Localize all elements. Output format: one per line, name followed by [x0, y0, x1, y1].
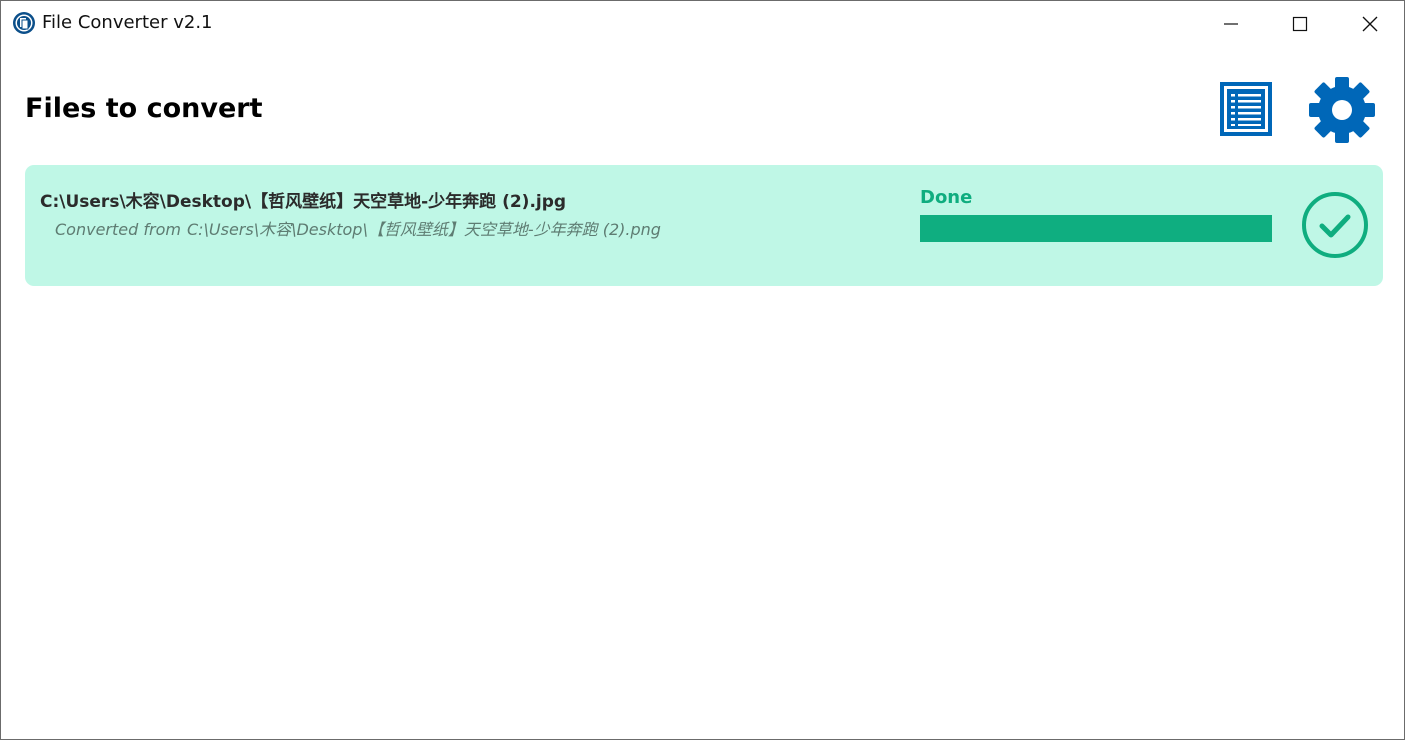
close-button[interactable] — [1335, 1, 1405, 46]
page-title: Files to convert — [25, 93, 263, 124]
source-file-line: Converted from C:\Users\木容\Desktop\【哲风壁纸】… — [55, 216, 661, 240]
app-window: File Converter v2.1 Files to convert C:\… — [0, 0, 1405, 740]
check-circle-icon — [1302, 192, 1368, 258]
conversion-progress-bar — [920, 215, 1272, 242]
list-document-icon[interactable] — [1220, 82, 1272, 136]
file-list-item[interactable]: C:\Users\木容\Desktop\【哲风壁纸】天空草地-少年奔跑 (2).… — [25, 165, 1383, 286]
progress-fill — [920, 215, 1272, 242]
source-file-path: C:\Users\木容\Desktop\【哲风壁纸】天空草地-少年奔跑 (2).… — [186, 220, 661, 239]
minimize-button[interactable] — [1196, 1, 1266, 46]
file-converter-logo-icon — [13, 12, 35, 34]
minimize-icon — [1224, 22, 1238, 25]
close-icon — [1362, 16, 1378, 31]
maximize-button[interactable] — [1265, 1, 1335, 46]
gear-icon[interactable] — [1308, 76, 1376, 144]
output-file-path: C:\Users\木容\Desktop\【哲风壁纸】天空草地-少年奔跑 (2).… — [40, 192, 567, 212]
status-badge: Done — [920, 187, 973, 208]
converted-from-label: Converted from — [55, 220, 181, 239]
maximize-icon — [1292, 16, 1308, 31]
title-bar: File Converter v2.1 — [1, 1, 1404, 46]
window-title: File Converter v2.1 — [42, 12, 213, 33]
